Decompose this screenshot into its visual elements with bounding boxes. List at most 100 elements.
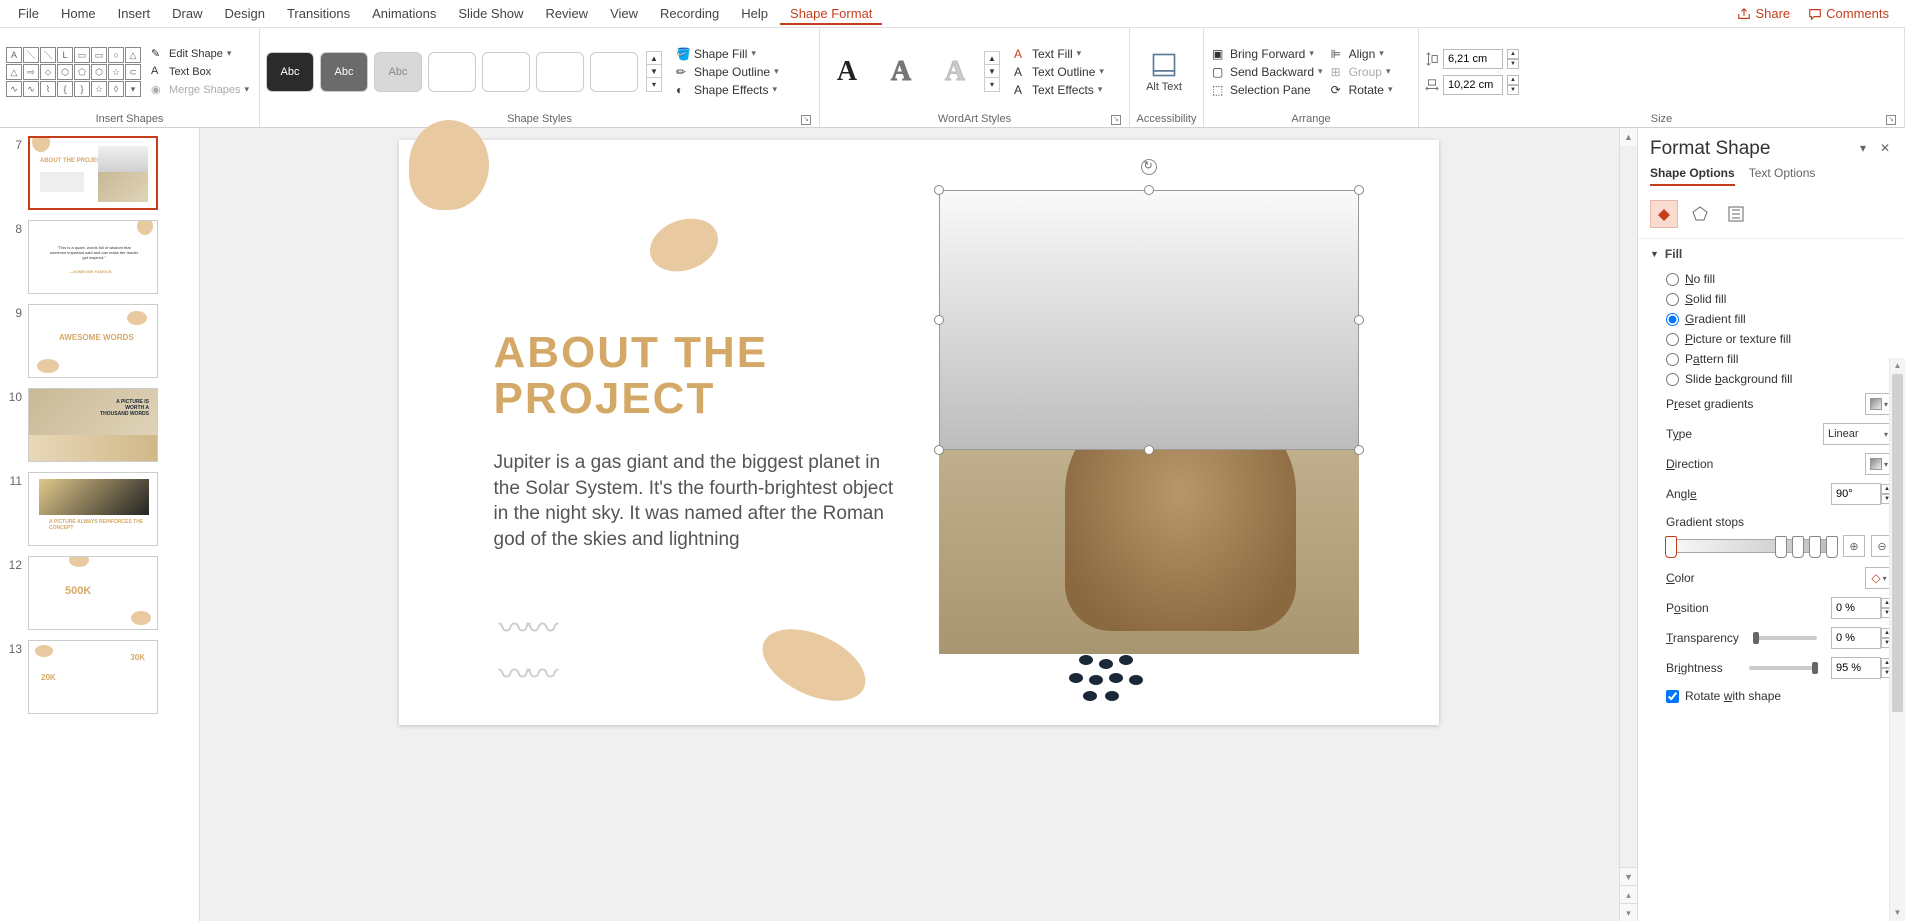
width-input[interactable] bbox=[1443, 75, 1503, 95]
pane-icon-fill[interactable] bbox=[1650, 200, 1678, 228]
tab-review[interactable]: Review bbox=[535, 2, 598, 25]
resize-handle[interactable] bbox=[1144, 185, 1154, 195]
tab-file[interactable]: File bbox=[8, 2, 49, 25]
group-label-insert-shapes: Insert Shapes bbox=[6, 111, 253, 127]
transparency-input[interactable] bbox=[1831, 627, 1881, 649]
gradient-stop[interactable] bbox=[1792, 536, 1804, 558]
selected-shape[interactable] bbox=[939, 190, 1359, 450]
pane-tab-shape-options[interactable]: Shape Options bbox=[1650, 166, 1735, 186]
slide-title[interactable]: ABOUT THEPROJECT bbox=[494, 330, 769, 422]
type-combo[interactable]: Linear▾ bbox=[1823, 423, 1893, 445]
thumb-12[interactable]: 12 500K bbox=[4, 556, 195, 630]
transparency-slider[interactable] bbox=[1753, 636, 1817, 640]
comments-button[interactable]: Comments bbox=[1800, 6, 1897, 21]
thumb-13[interactable]: 13 30K 20K bbox=[4, 640, 195, 714]
rotate-button[interactable]: ⟳Rotate bbox=[1329, 82, 1395, 98]
position-input[interactable] bbox=[1831, 597, 1881, 619]
pane-scrollbar[interactable]: ▲ ▼ bbox=[1889, 358, 1905, 921]
gallery-scroll[interactable]: ▲▼▾ bbox=[646, 51, 662, 92]
wordart-scroll[interactable]: ▲▼▾ bbox=[984, 51, 1000, 92]
align-button[interactable]: ⊫Align bbox=[1329, 46, 1395, 62]
tab-draw[interactable]: Draw bbox=[162, 2, 212, 25]
pane-icon-effects[interactable] bbox=[1686, 200, 1714, 228]
pane-tab-text-options[interactable]: Text Options bbox=[1749, 166, 1816, 186]
resize-handle[interactable] bbox=[1354, 315, 1364, 325]
thumb-8[interactable]: 8 "This is a quote, words full of wisdom… bbox=[4, 220, 195, 294]
height-field[interactable]: ▲▼ bbox=[1425, 49, 1519, 69]
tab-help[interactable]: Help bbox=[731, 2, 778, 25]
brightness-input[interactable] bbox=[1831, 657, 1881, 679]
bring-forward-button[interactable]: ▣Bring Forward bbox=[1210, 46, 1325, 62]
alt-text-button[interactable]: Alt Text bbox=[1136, 51, 1192, 93]
resize-handle[interactable] bbox=[934, 315, 944, 325]
rotate-with-shape-checkbox[interactable]: Rotate with shape bbox=[1650, 683, 1893, 707]
shapes-gallery[interactable]: A＼＼L▭▭○△ △⇨⬦⬡⬠⬡☆⊂ ∿∿⌇{}☆◊▾ bbox=[6, 47, 141, 97]
slide-canvas[interactable]: 〰〰〰〰 ABOUT THEPROJECT Jupiter is a gas g… bbox=[200, 128, 1637, 921]
pane-close-button[interactable]: ✕ bbox=[1877, 141, 1893, 157]
gradient-stop[interactable] bbox=[1665, 536, 1677, 558]
width-spinner[interactable]: ▲▼ bbox=[1507, 75, 1519, 95]
shape-effects-button[interactable]: ◐Shape Effects bbox=[674, 82, 781, 98]
tab-animations[interactable]: Animations bbox=[362, 2, 446, 25]
thumb-7[interactable]: 7 ABOUT THE PROJECT bbox=[4, 136, 195, 210]
radio-gradient-fill[interactable]: Gradient fill bbox=[1650, 309, 1893, 329]
tab-transitions[interactable]: Transitions bbox=[277, 2, 360, 25]
canvas-scrollbar[interactable]: ▲ ▼▴▾ bbox=[1619, 128, 1637, 921]
shape-outline-button[interactable]: ✏Shape Outline bbox=[674, 64, 781, 80]
resize-handle[interactable] bbox=[1144, 445, 1154, 455]
tab-view[interactable]: View bbox=[600, 2, 648, 25]
slide-thumbnails[interactable]: 7 ABOUT THE PROJECT 8 "This is a quote, … bbox=[0, 128, 200, 921]
gradient-stop[interactable] bbox=[1775, 536, 1787, 558]
tab-slideshow[interactable]: Slide Show bbox=[448, 2, 533, 25]
text-box-button[interactable]: AText Box bbox=[149, 64, 251, 80]
send-backward-button[interactable]: ▢Send Backward bbox=[1210, 64, 1325, 80]
group-wordart: A A A ▲▼▾ AText Fill AText Outline AText… bbox=[820, 28, 1130, 127]
slide[interactable]: 〰〰〰〰 ABOUT THEPROJECT Jupiter is a gas g… bbox=[399, 140, 1439, 725]
tab-shape-format[interactable]: Shape Format bbox=[780, 2, 882, 25]
radio-pattern-fill[interactable]: Pattern fill bbox=[1650, 349, 1893, 369]
share-button[interactable]: Share bbox=[1729, 6, 1798, 21]
thumb-11[interactable]: 11 A PICTURE ALWAYS REINFORCES THE CONCE… bbox=[4, 472, 195, 546]
gradient-stop[interactable] bbox=[1826, 536, 1838, 558]
size-launcher[interactable]: ↘ bbox=[1886, 115, 1896, 125]
resize-handle[interactable] bbox=[934, 185, 944, 195]
wordart-gallery[interactable]: A A A bbox=[826, 51, 976, 93]
slide-body-text[interactable]: Jupiter is a gas giant and the biggest p… bbox=[494, 450, 904, 553]
tab-insert[interactable]: Insert bbox=[108, 2, 161, 25]
height-spinner[interactable]: ▲▼ bbox=[1507, 49, 1519, 69]
tab-recording[interactable]: Recording bbox=[650, 2, 729, 25]
resize-handle[interactable] bbox=[1354, 445, 1364, 455]
wordart-launcher[interactable]: ↘ bbox=[1111, 115, 1121, 125]
width-field[interactable]: ▲▼ bbox=[1425, 75, 1519, 95]
gradient-stops-bar[interactable] bbox=[1666, 539, 1837, 553]
thumb-9[interactable]: 9 AWESOME WORDS bbox=[4, 304, 195, 378]
radio-picture-fill[interactable]: Picture or texture fill bbox=[1650, 329, 1893, 349]
resize-handle[interactable] bbox=[1354, 185, 1364, 195]
merge-shapes-button[interactable]: ◉Merge Shapes bbox=[149, 82, 251, 98]
tab-home[interactable]: Home bbox=[51, 2, 106, 25]
tab-design[interactable]: Design bbox=[215, 2, 275, 25]
radio-slide-bg-fill[interactable]: Slide background fill bbox=[1650, 369, 1893, 389]
group-button[interactable]: ⊞Group bbox=[1329, 64, 1395, 80]
thumb-10[interactable]: 10 A PICTURE IS WORTH A THOUSAND WORDS bbox=[4, 388, 195, 462]
text-effects-button[interactable]: AText Effects bbox=[1012, 82, 1106, 98]
edit-shape-button[interactable]: ✎Edit Shape bbox=[149, 46, 251, 62]
brightness-slider[interactable] bbox=[1749, 666, 1818, 670]
shape-styles-launcher[interactable]: ↘ bbox=[801, 115, 811, 125]
text-fill-button[interactable]: AText Fill bbox=[1012, 46, 1106, 62]
pane-options-button[interactable]: ▾ bbox=[1855, 141, 1871, 157]
add-stop-button[interactable]: ⊕ bbox=[1843, 535, 1865, 557]
fill-section-header[interactable]: ▼Fill bbox=[1650, 247, 1893, 261]
resize-handle[interactable] bbox=[934, 445, 944, 455]
angle-input[interactable] bbox=[1831, 483, 1881, 505]
rotation-handle[interactable] bbox=[1141, 159, 1157, 175]
gradient-stop[interactable] bbox=[1809, 536, 1821, 558]
selection-pane-button[interactable]: ⬚Selection Pane bbox=[1210, 82, 1325, 98]
text-outline-button[interactable]: AText Outline bbox=[1012, 64, 1106, 80]
pane-icon-size[interactable] bbox=[1722, 200, 1750, 228]
shape-fill-button[interactable]: 🪣Shape Fill bbox=[674, 46, 781, 62]
radio-no-fill[interactable]: No fill bbox=[1650, 269, 1893, 289]
height-input[interactable] bbox=[1443, 49, 1503, 69]
shape-styles-gallery[interactable]: Abc Abc Abc bbox=[266, 52, 638, 92]
radio-solid-fill[interactable]: Solid fill bbox=[1650, 289, 1893, 309]
